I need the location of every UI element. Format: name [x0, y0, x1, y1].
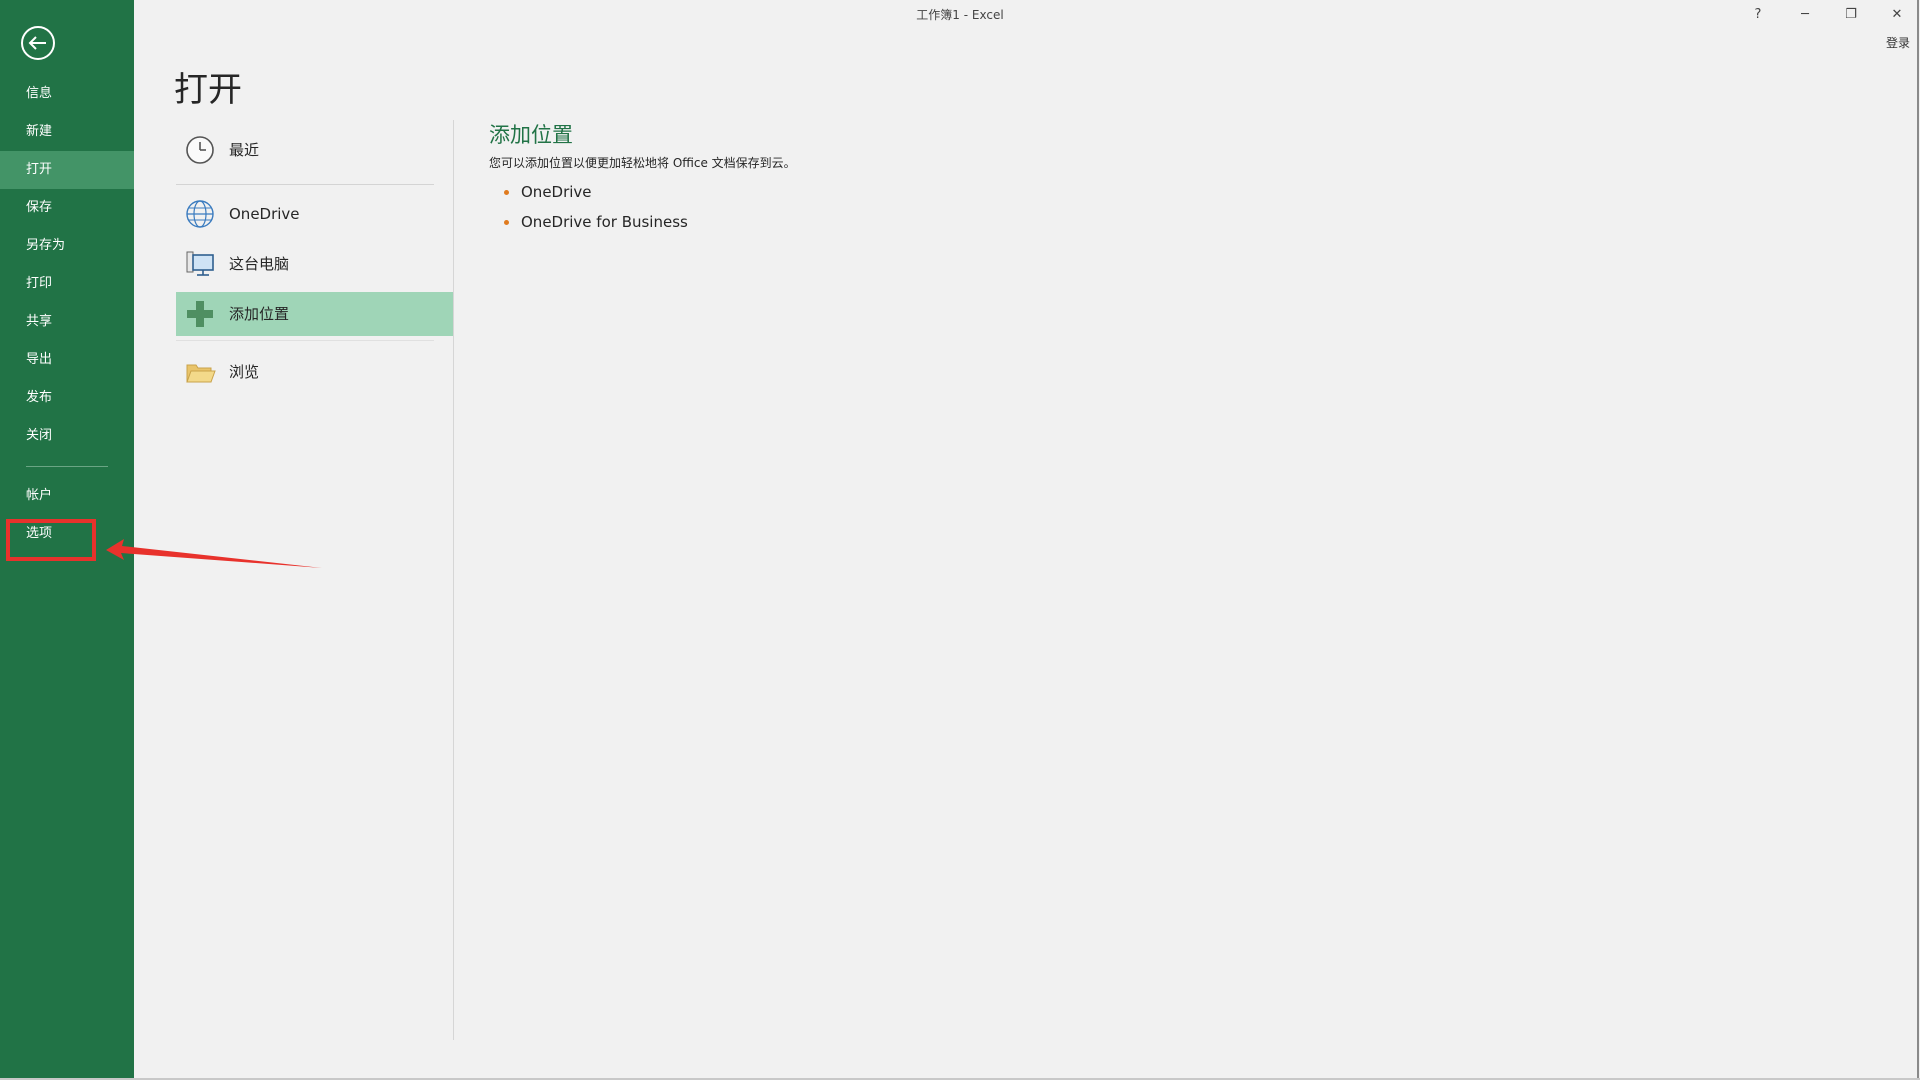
- place-label: 添加位置: [229, 305, 290, 323]
- window-right-border: [1917, 0, 1919, 1080]
- nav-item-account[interactable]: 帐户: [0, 477, 134, 515]
- annotation-highlight-box: [6, 519, 96, 561]
- back-arrow-icon: [21, 26, 55, 60]
- nav-item-save-as[interactable]: 另存为: [0, 227, 134, 265]
- service-onedrive[interactable]: OneDrive: [489, 177, 796, 207]
- nav-item-new[interactable]: 新建: [0, 113, 134, 151]
- nav-item-print[interactable]: 打印: [0, 265, 134, 303]
- place-onedrive[interactable]: OneDrive: [176, 192, 454, 236]
- computer-icon: [186, 251, 214, 276]
- column-divider: [453, 120, 454, 1040]
- folder-icon: [186, 364, 216, 383]
- bullet-icon: [504, 220, 509, 225]
- close-button[interactable]: ✕: [1877, 2, 1917, 28]
- places-divider: [176, 184, 434, 185]
- place-recent[interactable]: 最近: [176, 128, 454, 172]
- place-label: 最近: [229, 141, 260, 159]
- page-title: 打开: [174, 70, 242, 110]
- service-list: OneDrive OneDrive for Business: [489, 177, 796, 237]
- sign-in-link[interactable]: 登录: [1886, 34, 1910, 51]
- place-label: OneDrive: [229, 205, 300, 223]
- service-onedrive-business[interactable]: OneDrive for Business: [489, 207, 796, 237]
- clock-icon: [186, 136, 214, 164]
- globe-icon: [186, 200, 214, 228]
- place-this-pc[interactable]: 这台电脑: [176, 242, 454, 286]
- minimize-button[interactable]: ─: [1785, 2, 1825, 28]
- nav-item-open[interactable]: 打开: [0, 151, 134, 189]
- annotation-arrow-icon: [106, 539, 322, 568]
- restore-button[interactable]: ❐: [1831, 2, 1871, 28]
- place-label: 这台电脑: [229, 255, 290, 273]
- nav-item-share[interactable]: 共享: [0, 303, 134, 341]
- place-add-location[interactable]: 添加位置: [176, 292, 454, 336]
- nav-item-export[interactable]: 导出: [0, 341, 134, 379]
- places-divider: [176, 340, 434, 341]
- place-browse[interactable]: 浏览: [176, 350, 454, 394]
- place-label: 浏览: [229, 363, 260, 381]
- window-title: 工作簿1 - Excel: [916, 8, 1004, 22]
- panel-title: 添加位置: [489, 123, 573, 147]
- excel-backstage-window: 信息 新建 打开 保存 另存为 打印 共享 导出 发布 关闭 帐户 选项 工作簿…: [0, 0, 1920, 1080]
- service-label: OneDrive for Business: [521, 213, 688, 231]
- panel-description: 您可以添加位置以便更加轻松地将 Office 文档保存到云。: [489, 156, 796, 170]
- bullet-icon: [504, 190, 509, 195]
- service-label: OneDrive: [521, 183, 592, 201]
- back-button[interactable]: [20, 25, 56, 61]
- nav-item-close[interactable]: 关闭: [0, 417, 134, 455]
- nav-item-info[interactable]: 信息: [0, 75, 134, 113]
- add-location-panel: 添加位置 您可以添加位置以便更加轻松地将 Office 文档保存到云。 OneD…: [489, 120, 796, 237]
- nav-item-save[interactable]: 保存: [0, 189, 134, 227]
- plus-icon: [187, 301, 213, 327]
- nav-divider: [26, 466, 108, 467]
- nav-item-publish[interactable]: 发布: [0, 379, 134, 417]
- help-button[interactable]: ?: [1738, 2, 1778, 28]
